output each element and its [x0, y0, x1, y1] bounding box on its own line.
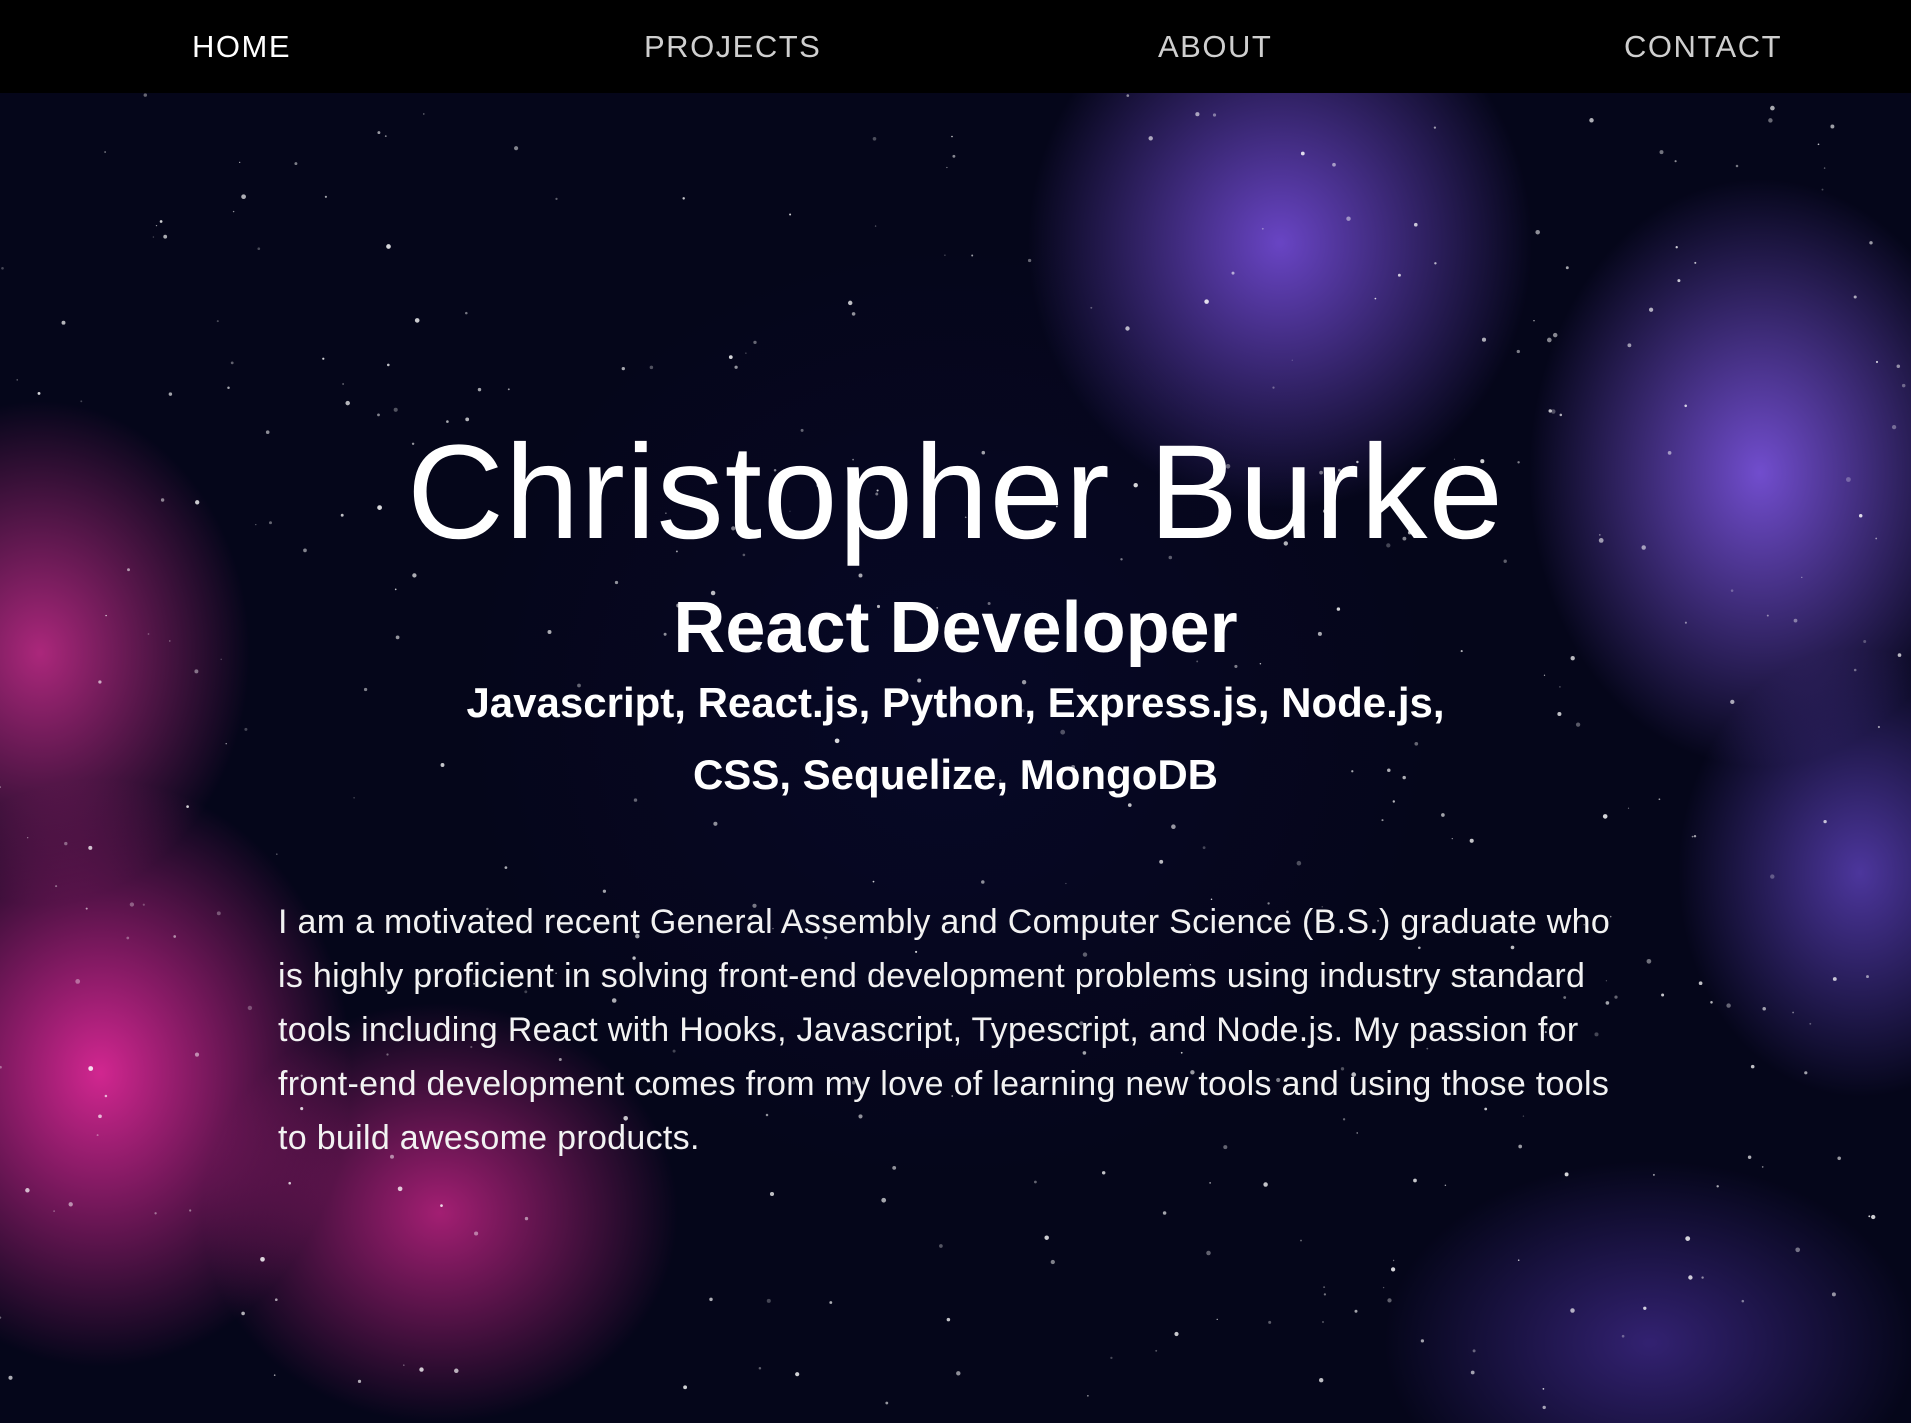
nav-projects-link[interactable]: PROJECTS [644, 0, 821, 93]
skills-line-2: CSS, Sequelize, MongoDB [692, 751, 1219, 798]
hero-name: Christopher Burke [407, 417, 1504, 567]
nav-contact-link[interactable]: CONTACT [1624, 0, 1782, 93]
hero-section: Christopher Burke React Developer Javasc… [0, 93, 1911, 1423]
portfolio-page: HOME PROJECTS ABOUT CONTACT Christopher … [0, 0, 1911, 1423]
nav-about-link[interactable]: ABOUT [1158, 0, 1272, 93]
nav-home-link[interactable]: HOME [192, 0, 291, 93]
skills-list: Javascript, React.js, Python, Express.js… [400, 667, 1511, 811]
hero-content: Christopher Burke React Developer Javasc… [0, 93, 1911, 1423]
bio-paragraph: I am a motivated recent General Assembly… [278, 903, 1611, 1157]
skills-line-1: Javascript, React.js, Python, Express.js… [466, 679, 1445, 726]
hero-role: React Developer [673, 587, 1238, 668]
top-navbar: HOME PROJECTS ABOUT CONTACT [0, 0, 1911, 93]
